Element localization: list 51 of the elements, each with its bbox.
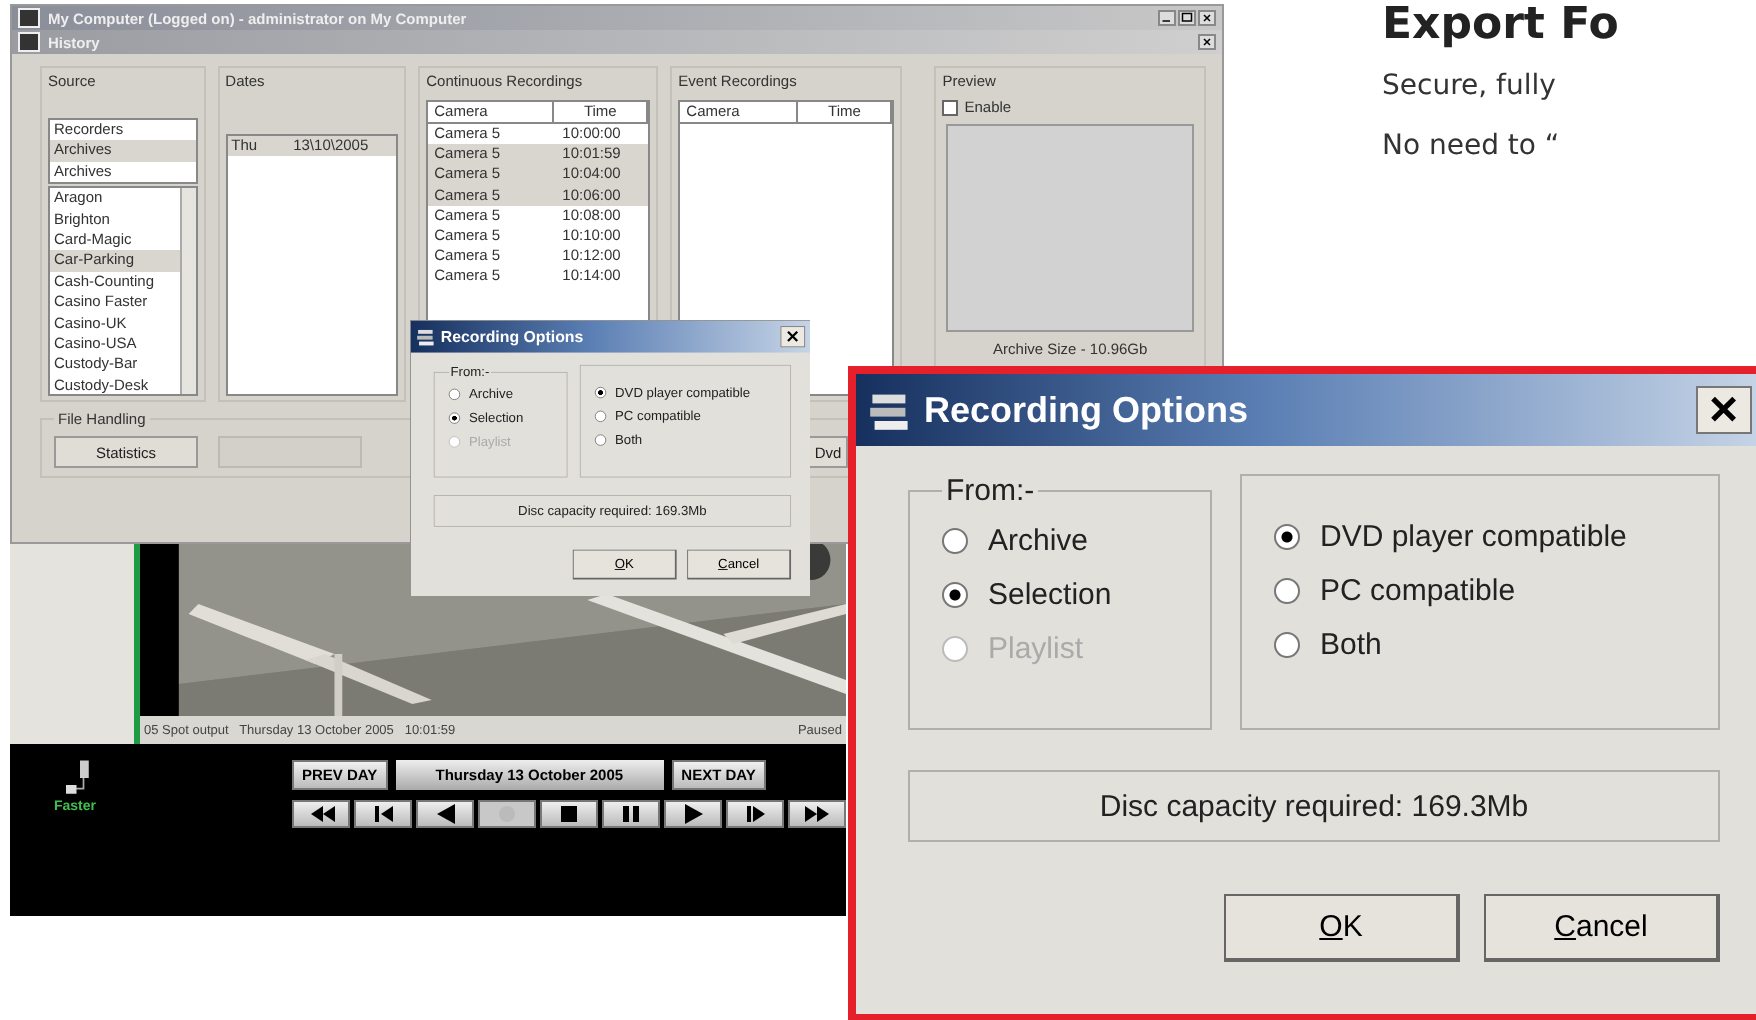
radio-button[interactable] xyxy=(594,386,607,399)
computer-icon xyxy=(66,760,94,796)
close-icon xyxy=(785,330,800,343)
radio-button[interactable] xyxy=(1274,578,1300,604)
dialog-title: Recording Options xyxy=(924,389,1250,431)
dialog-button[interactable]: Cancel xyxy=(1484,894,1720,962)
close-button[interactable] xyxy=(1198,34,1216,50)
radio-button[interactable] xyxy=(942,582,968,608)
close-icon xyxy=(1200,12,1214,24)
body-text: Secure, fully xyxy=(1382,70,1558,102)
rewind-button[interactable] xyxy=(292,800,350,828)
reverse-button[interactable] xyxy=(416,800,474,828)
radio-button[interactable] xyxy=(1274,632,1300,658)
radio-label: PC compatible xyxy=(1320,574,1516,608)
app-icon xyxy=(18,32,40,52)
radio-button[interactable] xyxy=(448,412,461,424)
minimize-button[interactable] xyxy=(1158,10,1176,26)
rewind-icon xyxy=(306,804,336,824)
radio-label: DVD player compatible xyxy=(1320,520,1627,554)
dialog-button[interactable]: OK xyxy=(1224,894,1460,962)
radio-label: Playlist xyxy=(988,632,1084,666)
play-button[interactable] xyxy=(664,800,722,828)
fast-forward-icon xyxy=(802,804,832,824)
app-icon xyxy=(18,8,40,28)
close-button[interactable] xyxy=(780,326,806,348)
group-label: From:- xyxy=(944,474,1037,508)
close-button[interactable] xyxy=(1696,386,1752,434)
step-forward-button[interactable] xyxy=(726,800,784,828)
checkbox[interactable] xyxy=(942,99,959,115)
radio-label: Archive xyxy=(988,524,1089,558)
step-back-button[interactable] xyxy=(354,800,412,828)
pause-button[interactable] xyxy=(602,800,660,828)
stop-button[interactable] xyxy=(540,800,598,828)
radio-button[interactable] xyxy=(448,388,461,401)
page-heading: Export Fo xyxy=(1382,0,1621,50)
scrollbar[interactable] xyxy=(179,188,196,394)
maximize-icon xyxy=(1180,12,1194,24)
body-text: No need to “ xyxy=(1382,130,1562,162)
close-icon xyxy=(1200,36,1214,48)
capacity-readout: Disc capacity required: 169.3Mb xyxy=(908,770,1720,842)
radio-label: Selection xyxy=(988,578,1112,612)
radio-button[interactable] xyxy=(942,528,968,554)
tape-stack-icon xyxy=(416,327,436,347)
close-button[interactable] xyxy=(1198,10,1216,26)
radio-button[interactable] xyxy=(594,410,607,423)
radio-label: Both xyxy=(1320,628,1382,662)
close-icon xyxy=(1708,396,1740,424)
radio-button[interactable] xyxy=(594,434,607,446)
maximize-button[interactable] xyxy=(1178,10,1196,26)
fast-forward-button[interactable] xyxy=(788,800,846,828)
radio-button[interactable] xyxy=(1274,524,1300,550)
